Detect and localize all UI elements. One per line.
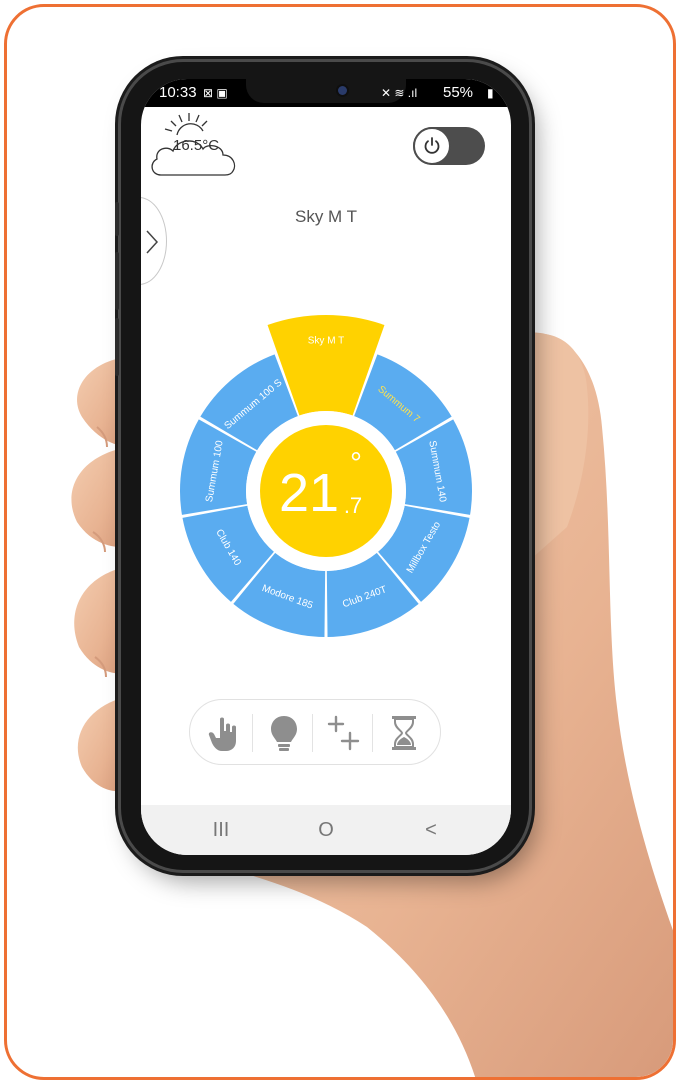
mode-icon-bar bbox=[189, 699, 441, 765]
hourglass-icon[interactable] bbox=[382, 711, 426, 755]
power-toggle[interactable] bbox=[413, 127, 485, 165]
hand-icon[interactable] bbox=[202, 711, 246, 755]
camera bbox=[338, 86, 347, 95]
weather-temperature: 16.5°C bbox=[173, 137, 220, 154]
phone-button bbox=[115, 318, 119, 376]
temperature-decimal: .7 bbox=[344, 493, 362, 518]
status-time: 10:33 bbox=[159, 84, 197, 101]
divider bbox=[372, 714, 373, 752]
recents-button[interactable]: III bbox=[191, 805, 251, 855]
temperature-unit: ° bbox=[350, 447, 362, 480]
phone-device: 10:33 ⊠ ▣ ✕ ≋ .ıl 55% ▮ 16.5°C Sky M T S… bbox=[115, 62, 529, 870]
notification-icons: ⊠ ▣ bbox=[203, 86, 228, 100]
signal-icons: ✕ ≋ .ıl bbox=[381, 86, 418, 100]
plus-plus-icon[interactable] bbox=[322, 711, 366, 755]
back-button[interactable]: < bbox=[401, 805, 461, 855]
divider bbox=[312, 714, 313, 752]
wheel-selected-label: Sky M T bbox=[308, 336, 344, 347]
power-knob[interactable] bbox=[413, 127, 451, 165]
temperature-value: 21 bbox=[279, 463, 339, 523]
power-icon bbox=[424, 137, 440, 154]
chevron-right-icon[interactable] bbox=[144, 229, 160, 255]
phone-button bbox=[115, 202, 119, 236]
phone-button bbox=[115, 252, 119, 310]
home-button[interactable]: O bbox=[296, 805, 356, 855]
bulb-icon[interactable] bbox=[262, 711, 306, 755]
phone-screen: 10:33 ⊠ ▣ ✕ ≋ .ıl 55% ▮ 16.5°C Sky M T S… bbox=[141, 79, 511, 855]
device-selector-wheel[interactable]: Sky M TSummum 7Summum 140Millbox TestoCl… bbox=[171, 309, 481, 639]
orange-frame: 10:33 ⊠ ▣ ✕ ≋ .ıl 55% ▮ 16.5°C Sky M T S… bbox=[4, 4, 676, 1080]
divider bbox=[252, 714, 253, 752]
battery-icon: ▮ bbox=[487, 86, 494, 100]
device-title: Sky M T bbox=[294, 207, 358, 226]
system-nav-bar: III O < bbox=[141, 805, 511, 855]
battery-percent: 55% bbox=[443, 84, 474, 101]
